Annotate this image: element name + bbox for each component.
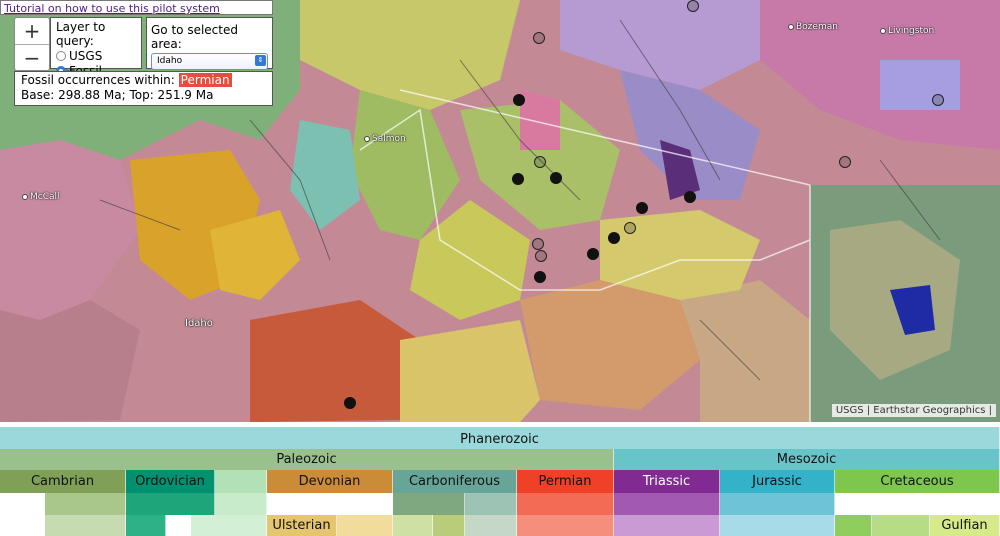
timescale-sub[interactable] <box>720 493 835 515</box>
fossil-marker[interactable] <box>608 232 620 244</box>
fossil-info-panel: Fossil occurrences within: Permian Base:… <box>14 71 273 106</box>
fossil-marker[interactable] <box>550 172 562 184</box>
fossil-marker[interactable] <box>587 248 599 260</box>
town-dot-icon <box>364 135 370 142</box>
timescale-eon-row: Phanerozoic <box>0 427 1000 451</box>
timescale-sub[interactable] <box>872 515 930 536</box>
map-attribution: USGS | Earthstar Geographics | <box>831 404 996 417</box>
area-select[interactable]: Idaho ⇕ <box>151 53 268 70</box>
fossil-marker[interactable] <box>344 397 356 409</box>
timescale-epoch-ulsterian[interactable]: Ulsterian <box>267 515 337 536</box>
tutorial-link[interactable]: Tutorial on how to use this pilot system <box>4 2 220 15</box>
goto-area-title: Go to selected area: <box>151 23 238 51</box>
timescale-era-paleozoic[interactable]: Paleozoic <box>0 449 614 470</box>
info-range: Base: 298.88 Ma; Top: 251.9 Ma <box>21 88 214 102</box>
radio-usgs-label: USGS <box>69 48 103 63</box>
timescale-sub[interactable] <box>465 493 517 515</box>
timescale-sub[interactable] <box>45 493 126 515</box>
fossil-marker[interactable] <box>932 94 944 106</box>
zoom-in-button[interactable]: + <box>15 18 49 44</box>
timescale-sub[interactable] <box>517 493 614 515</box>
place-label-idaho: Idaho <box>185 318 213 329</box>
zoom-control: + − <box>14 17 50 71</box>
timescale-period-row: Cambrian Ordovician Devonian Carbonifero… <box>0 470 1000 493</box>
timescale-sub[interactable] <box>166 515 191 536</box>
town-dot-icon <box>22 193 28 200</box>
info-period-badge: Permian <box>178 73 232 87</box>
timescale-period-silurian[interactable] <box>215 470 267 493</box>
timescale-sub[interactable] <box>835 515 872 536</box>
timescale-sub[interactable] <box>393 493 465 515</box>
radio-icon[interactable] <box>56 50 66 61</box>
goto-area-panel: Go to selected area: Idaho ⇕ <box>146 17 273 70</box>
fossil-marker[interactable] <box>684 191 696 203</box>
timescale-period-carboniferous[interactable]: Carboniferous <box>393 470 517 493</box>
info-prefix: Fossil occurrences within: <box>21 73 175 87</box>
timescale-period-triassic[interactable]: Triassic <box>614 470 720 493</box>
timescale-sub[interactable] <box>0 515 45 536</box>
timescale-sub[interactable] <box>835 493 1000 515</box>
timescale-sub[interactable] <box>126 515 166 536</box>
timescale-period-permian[interactable]: Permian <box>517 470 614 493</box>
fossil-marker[interactable] <box>533 32 545 44</box>
fossil-marker[interactable] <box>534 271 546 283</box>
fossil-marker[interactable] <box>534 156 546 168</box>
radio-usgs[interactable]: USGS <box>56 48 136 63</box>
fossil-marker[interactable] <box>624 222 636 234</box>
timescale-epoch-row: Ulsterian Gulfian <box>0 515 1000 536</box>
timescale-sub[interactable] <box>465 515 517 536</box>
timescale-sub[interactable] <box>337 515 393 536</box>
place-label-mccall: McCall <box>22 192 60 202</box>
timescale-epoch-row-upper <box>0 493 1000 515</box>
timescale-era-row: Paleozoic Mesozoic <box>0 449 1000 470</box>
timescale-period-jurassic[interactable]: Jurassic <box>720 470 835 493</box>
town-dot-icon <box>880 27 886 34</box>
town-dot-icon <box>788 23 794 30</box>
geologic-timescale: Phanerozoic Paleozoic Mesozoic Cambrian … <box>0 424 1000 536</box>
fossil-marker[interactable] <box>636 202 648 214</box>
timescale-sub[interactable] <box>720 515 835 536</box>
timescale-sub[interactable] <box>45 515 126 536</box>
place-label-salmon: Salmon <box>364 134 406 144</box>
timescale-period-devonian[interactable]: Devonian <box>267 470 393 493</box>
fossil-marker[interactable] <box>535 250 547 262</box>
timescale-period-cambrian[interactable]: Cambrian <box>0 470 126 493</box>
timescale-sub[interactable] <box>191 515 267 536</box>
fossil-marker[interactable] <box>532 238 544 250</box>
timescale-sub[interactable] <box>0 493 45 515</box>
place-label-livingston: Livingston <box>880 26 934 36</box>
timescale-era-mesozoic[interactable]: Mesozoic <box>614 449 1000 470</box>
timescale-period-cretaceous[interactable]: Cretaceous <box>835 470 1000 493</box>
layer-query-title: Layer to query: <box>56 20 106 48</box>
place-label-bozeman: Bozeman <box>788 22 838 32</box>
fossil-marker[interactable] <box>839 156 851 168</box>
fossil-marker[interactable] <box>512 173 524 185</box>
layer-query-panel: Layer to query: USGS Fossil <box>50 17 142 78</box>
zoom-out-button[interactable]: − <box>15 44 49 71</box>
timescale-sub[interactable] <box>517 515 614 536</box>
timescale-sub[interactable] <box>614 515 720 536</box>
timescale-sub[interactable] <box>393 515 433 536</box>
timescale-sub[interactable] <box>614 493 720 515</box>
timescale-sub[interactable] <box>126 493 215 515</box>
timescale-period-ordovician[interactable]: Ordovician <box>126 470 215 493</box>
timescale-epoch-gulfian[interactable]: Gulfian <box>930 515 1000 536</box>
timescale-eon[interactable]: Phanerozoic <box>0 427 1000 451</box>
tutorial-panel: Tutorial on how to use this pilot system <box>0 0 273 15</box>
timescale-sub[interactable] <box>433 515 465 536</box>
select-arrows-icon: ⇕ <box>255 55 266 66</box>
fossil-marker[interactable] <box>513 94 525 106</box>
timescale-sub[interactable] <box>267 493 393 515</box>
fossil-marker[interactable] <box>687 0 699 12</box>
area-select-value: Idaho <box>157 56 183 66</box>
timescale-sub[interactable] <box>215 493 267 515</box>
